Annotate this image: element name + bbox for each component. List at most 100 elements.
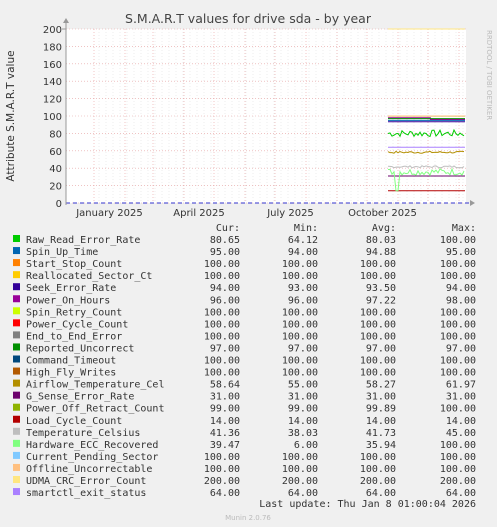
watermark: RRDTOOL / TOBI OETIKER — [485, 30, 493, 120]
legend-swatch — [13, 259, 20, 267]
legend-max: 100.00 — [440, 404, 476, 415]
legend-label: Raw_Read_Error_Rate — [26, 235, 140, 246]
legend-cur: 100.00 — [204, 452, 240, 463]
legend-avg: 41.73 — [366, 428, 396, 439]
legend-min: 100.00 — [282, 259, 318, 270]
y-tick-label: 0 — [56, 199, 62, 210]
legend-avg: 100.00 — [360, 319, 396, 330]
legend-cur: 100.00 — [204, 259, 240, 270]
legend-swatch — [13, 355, 20, 363]
legend-cur: 100.00 — [204, 271, 240, 282]
legend-swatch — [13, 343, 20, 351]
y-tick-label: 40 — [49, 164, 62, 175]
legend-max: 45.00 — [446, 428, 476, 439]
legend-avg: 100.00 — [360, 464, 396, 475]
legend-cur: 97.00 — [210, 343, 240, 354]
legend-label: Offline_Uncorrectable — [26, 464, 152, 475]
legend-max: 100.00 — [440, 271, 476, 282]
y-tick-label: 20 — [49, 182, 62, 193]
legend-cur: 14.00 — [210, 416, 240, 427]
legend-header-avg: Avg: — [372, 223, 396, 234]
legend-cur: 99.00 — [210, 404, 240, 415]
legend-label: Reported_Uncorrect — [26, 343, 134, 354]
x-tick-label: January 2025 — [75, 208, 143, 219]
legend-max: 14.00 — [446, 416, 476, 427]
legend-min: 100.00 — [282, 356, 318, 367]
legend-swatch — [13, 319, 20, 327]
legend-avg: 64.00 — [366, 488, 396, 499]
legend-max: 100.00 — [440, 464, 476, 475]
legend-min: 100.00 — [282, 464, 318, 475]
legend-min: 100.00 — [282, 331, 318, 342]
legend-header-max: Max: — [452, 223, 476, 234]
legend-max: 100.00 — [440, 452, 476, 463]
legend-cur: 80.65 — [210, 235, 240, 246]
legend-avg: 200.00 — [360, 476, 396, 487]
legend-avg: 94.88 — [366, 247, 396, 258]
legend-max: 98.00 — [446, 295, 476, 306]
x-tick-label: October 2025 — [348, 208, 417, 219]
legend-label: G_Sense_Error_Rate — [26, 392, 134, 403]
legend-label: Seek_Error_Rate — [26, 283, 116, 294]
smart-chart: S.M.A.R.T values for drive sda - by year… — [5, 11, 493, 522]
legend-label: Power_On_Hours — [26, 295, 110, 306]
legend-cur: 96.00 — [210, 295, 240, 306]
legend-min: 100.00 — [282, 271, 318, 282]
legend-label: Reallocated_Sector_Ct — [26, 271, 152, 282]
legend-max: 100.00 — [440, 319, 476, 330]
legend-cur: 41.36 — [210, 428, 240, 439]
y-tick-label: 100 — [43, 112, 62, 123]
y-axis-label: Attribute S.M.A.R.T value — [5, 50, 17, 181]
legend-avg: 100.00 — [360, 259, 396, 270]
legend-swatch — [13, 235, 20, 242]
legend-min: 100.00 — [282, 452, 318, 463]
legend-avg: 93.50 — [366, 283, 396, 294]
legend-swatch — [13, 283, 20, 291]
legend-swatch — [13, 439, 20, 447]
legend-min: 55.00 — [288, 380, 318, 391]
legend-swatch — [13, 295, 20, 303]
legend-avg: 100.00 — [360, 307, 396, 318]
legend-min: 31.00 — [288, 392, 318, 403]
legend-avg: 35.94 — [366, 440, 396, 451]
legend-swatch — [13, 331, 20, 339]
legend-avg: 100.00 — [360, 271, 396, 282]
legend-min: 96.00 — [288, 295, 318, 306]
footer-version: Munin 2.0.76 — [225, 514, 271, 522]
legend-max: 100.00 — [440, 307, 476, 318]
legend-cur: 100.00 — [204, 319, 240, 330]
legend-swatch — [13, 367, 20, 375]
legend-swatch — [13, 403, 20, 411]
y-tick-label: 140 — [43, 77, 62, 88]
legend-max: 200.00 — [440, 476, 476, 487]
legend-swatch — [13, 307, 20, 315]
legend-max: 97.00 — [446, 343, 476, 354]
legend-min: 100.00 — [282, 319, 318, 330]
legend-label: Current_Pending_Sector — [26, 452, 158, 463]
x-tick-label: April 2025 — [173, 208, 224, 219]
y-tick-label: 180 — [43, 42, 62, 53]
legend-avg: 100.00 — [360, 331, 396, 342]
legend-swatch — [13, 451, 20, 459]
legend-label: Spin_Retry_Count — [26, 307, 122, 318]
legend-swatch — [13, 247, 20, 255]
legend-label: Airflow_Temperature_Cel — [26, 380, 164, 391]
legend-cur: 94.00 — [210, 283, 240, 294]
legend-avg: 97.22 — [366, 295, 396, 306]
legend-cur: 39.47 — [210, 440, 240, 451]
legend-label: Temperature_Celsius — [26, 428, 140, 439]
legend-avg: 99.89 — [366, 404, 396, 415]
legend-min: 200.00 — [282, 476, 318, 487]
legend-cur: 58.64 — [210, 380, 240, 391]
legend-label: Load_Cycle_Count — [26, 416, 122, 427]
y-tick-label: 160 — [43, 60, 62, 71]
y-tick-label: 60 — [49, 147, 62, 158]
legend-min: 97.00 — [288, 343, 318, 354]
legend-max: 94.00 — [446, 283, 476, 294]
legend-cur: 200.00 — [204, 476, 240, 487]
x-axis-arrow — [470, 200, 475, 206]
y-axis-arrow — [63, 18, 69, 23]
legend-max: 100.00 — [440, 368, 476, 379]
legend-swatch — [13, 415, 20, 423]
legend-header-min: Min: — [294, 223, 318, 234]
